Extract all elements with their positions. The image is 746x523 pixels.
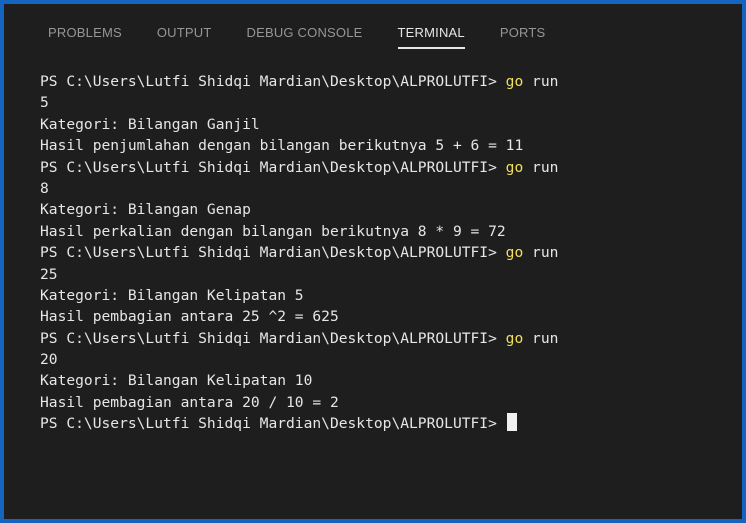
tab-problems[interactable]: PROBLEMS [48,18,122,48]
command-keyword: go [505,329,524,347]
terminal-output-line: Hasil pembagian antara 25 ^2 = 625 [40,308,339,326]
terminal-output-line: Kategori: Bilangan Genap [40,201,251,219]
tab-ports[interactable]: PORTS [500,18,546,48]
tab-terminal[interactable]: TERMINAL [397,18,466,49]
terminal-output-line: 20 [40,351,58,369]
terminal-command-line: PS C:\Users\Lutfi Shidqi Mardian\Desktop… [40,328,738,349]
terminal-output-line: Hasil penjumlahan dengan bilangan beriku… [40,137,524,155]
terminal-current-prompt: PS C:\Users\Lutfi Shidqi Mardian\Desktop… [40,413,738,434]
terminal-prompt: PS C:\Users\Lutfi Shidqi Mardian\Desktop… [40,415,497,433]
terminal-prompt: PS C:\Users\Lutfi Shidqi Mardian\Desktop… [40,158,506,176]
terminal-output-line: Kategori: Bilangan Kelipatan 5 [40,286,304,304]
command-keyword: go [505,158,524,176]
command-args: run [523,158,559,176]
terminal-output-line: 5 [40,94,49,112]
terminal-output-line: Hasil perkalian dengan bilangan berikutn… [40,222,506,240]
terminal-output-line: Hasil pembagian antara 20 / 10 = 2 [40,393,339,411]
command-args: run [523,73,559,90]
tab-debug-console[interactable]: DEBUG CONSOLE [247,18,363,48]
terminal-prompt: PS C:\Users\Lutfi Shidqi Mardian\Desktop… [40,329,506,347]
command-keyword: go [505,73,524,90]
terminal-command-line: PS C:\Users\Lutfi Shidqi Mardian\Desktop… [40,157,738,178]
text-cursor [506,413,517,432]
tab-output[interactable]: OUTPUT [157,18,212,48]
panel-tab-bar: PROBLEMS OUTPUT DEBUG CONSOLE TERMINAL P… [4,4,742,54]
terminal-output-line: Kategori: Bilangan Kelipatan 10 [40,372,313,390]
terminal-command-line: PS C:\Users\Lutfi Shidqi Mardian\Desktop… [40,242,738,263]
terminal-output[interactable]: PS C:\Users\Lutfi Shidqi Mardian\Desktop… [40,71,738,435]
command-keyword: go [505,244,524,262]
terminal-output-line: Kategori: Bilangan Ganjil [40,115,260,133]
terminal-output-line: 8 [40,179,49,197]
command-args: run [523,329,559,347]
command-args: run [523,244,559,262]
terminal-prompt: PS C:\Users\Lutfi Shidqi Mardian\Desktop… [40,73,506,90]
terminal-command-line: PS C:\Users\Lutfi Shidqi Mardian\Desktop… [40,71,738,92]
terminal-output-line: 25 [40,265,58,283]
terminal-panel: PROBLEMS OUTPUT DEBUG CONSOLE TERMINAL P… [0,0,746,523]
terminal-prompt: PS C:\Users\Lutfi Shidqi Mardian\Desktop… [40,244,506,262]
